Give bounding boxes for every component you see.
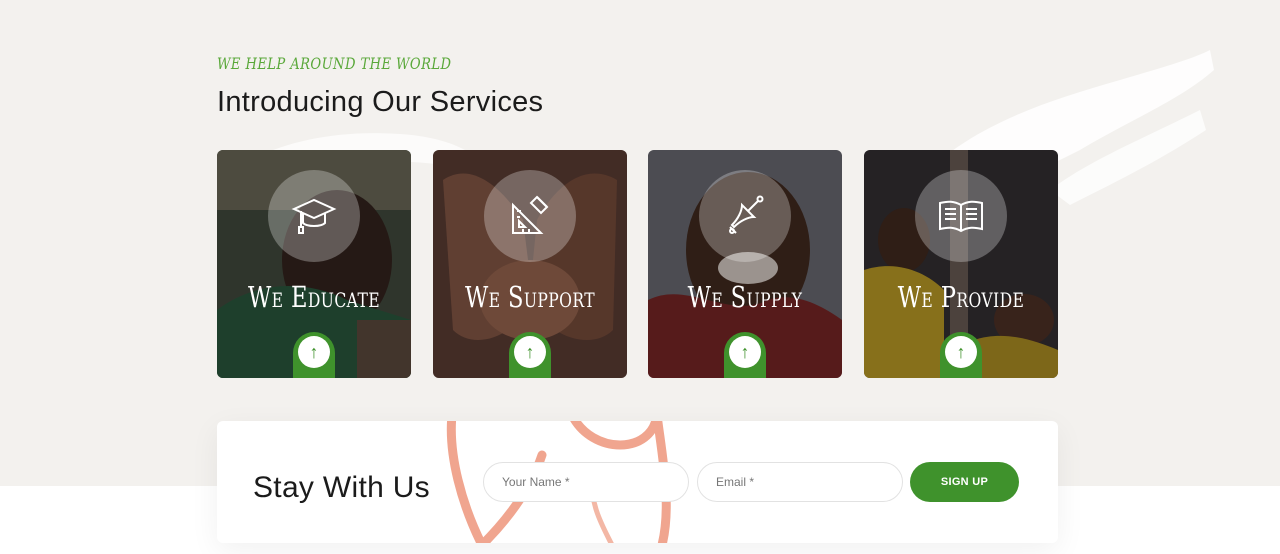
arrow-up-button[interactable]: ↑ [298, 336, 330, 368]
icon-circle [268, 170, 360, 262]
services-grid: We Educate ↑ We Support ↑ We Supply ↑ We… [217, 150, 1059, 378]
section-title: Introducing Our Services [217, 86, 544, 118]
arrow-up-button[interactable]: ↑ [945, 336, 977, 368]
sign-up-button[interactable]: SIGN UP [910, 462, 1019, 502]
ruler-pencil-icon [512, 195, 549, 234]
service-title: We Provide [897, 280, 1025, 314]
bell-icon [729, 195, 764, 234]
newsletter-signup: Stay With Us SIGN UP [217, 421, 1058, 543]
arrow-up-button[interactable]: ↑ [514, 336, 546, 368]
service-card-educate[interactable]: We Educate ↑ [217, 150, 411, 378]
service-card-provide[interactable]: We Provide ↑ [864, 150, 1058, 378]
service-title: We Supply [687, 280, 803, 314]
email-input[interactable] [697, 462, 903, 502]
graduation-cap-icon [291, 198, 337, 234]
service-card-supply[interactable]: We Supply ↑ [648, 150, 842, 378]
open-book-icon [939, 200, 983, 233]
service-title: We Educate [247, 280, 381, 314]
name-input[interactable] [483, 462, 689, 502]
icon-circle [915, 170, 1007, 262]
arrow-up-button[interactable]: ↑ [729, 336, 761, 368]
service-title: We Support [464, 280, 596, 314]
icon-circle [699, 170, 791, 262]
icon-circle [484, 170, 576, 262]
section-eyebrow: WE HELP AROUND THE WORLD [217, 54, 452, 73]
service-card-support[interactable]: We Support ↑ [433, 150, 627, 378]
signup-title: Stay With Us [253, 471, 430, 504]
